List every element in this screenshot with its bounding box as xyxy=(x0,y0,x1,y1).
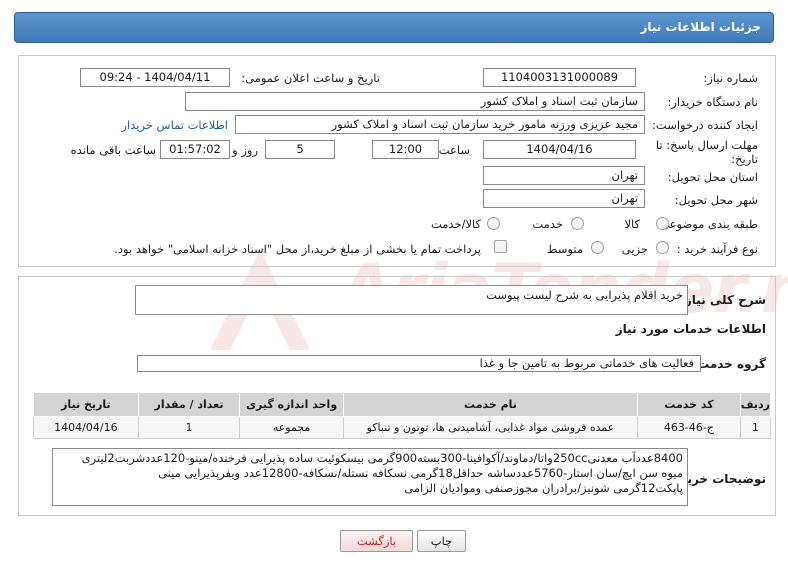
buyer-contact-link[interactable]: اطلاعات تماس خریدار xyxy=(121,118,228,132)
table-cell: ج-46-463 xyxy=(637,416,741,439)
column-header: واحد اندازه گیری xyxy=(239,392,344,417)
creator-label: ایجاد کننده درخواست: xyxy=(652,118,758,132)
service-group-field: فعالیت های خدماتی مربوط به تامین جا و غذ… xyxy=(137,355,701,372)
deadline-label: مهلت ارسال پاسخ: تا xyxy=(655,138,758,152)
table-cell: مجموعه xyxy=(239,416,344,439)
table-cell: 1 xyxy=(739,416,772,439)
buyer-notes-line: میوه سن ایچ/سان استار-5760عددساشه حداقل1… xyxy=(158,466,683,480)
deadline-time-label: ساعت xyxy=(438,143,470,157)
deadline-label-date: تاریخ: xyxy=(731,152,758,166)
category-option-goods: کالا xyxy=(624,217,640,231)
service-group-label: گروه خدمت: xyxy=(692,357,766,371)
print-button[interactable]: چاپ xyxy=(417,530,466,552)
column-header: ردیف xyxy=(739,392,772,417)
province-field: تهران xyxy=(483,166,645,185)
column-header: نام خدمت xyxy=(342,392,639,417)
process-radio-minor[interactable] xyxy=(656,241,669,254)
need-number-label: شماره نیاز: xyxy=(703,71,758,85)
deadline-time-field: 12:00 xyxy=(372,140,439,159)
process-option-minor: جزیی xyxy=(621,242,648,256)
remaining-label: ساعت باقی مانده xyxy=(70,143,156,157)
days-field: 5 xyxy=(265,140,335,159)
page-title: جزئیات اطلاعات نیاز xyxy=(640,20,761,34)
table-cell: 1404/04/16 xyxy=(33,416,139,439)
category-radio-goods-service[interactable] xyxy=(487,217,500,230)
buyer-org-field: سازمان ثبت اسناد و املاک کشور xyxy=(185,92,645,111)
category-radio-goods[interactable] xyxy=(656,217,669,230)
announce-label: تاریخ و ساعت اعلان عمومی: xyxy=(241,71,380,85)
announce-date-field: 1404/04/11 - 09:24 xyxy=(80,68,230,87)
creator-field: مجید عزیزی ورزنه مامور خرید سازمان ثبت ا… xyxy=(235,115,645,134)
table-header-row: ردیف کد خدمت نام خدمت واحد اندازه گیری ت… xyxy=(33,392,772,417)
category-option-service: خدمت xyxy=(532,217,563,231)
table-row: 1 ج-46-463 عمده فروشی مواد غذایی، آشامید… xyxy=(33,416,772,439)
summary-field: خرید اقلام پذیرایی به شرح لیست پیوست xyxy=(135,285,688,315)
back-button[interactable]: بازگشت xyxy=(340,530,413,552)
summary-label: شرح کلی نیاز: xyxy=(680,293,766,307)
remaining-time-field: 01:57:02 xyxy=(160,140,230,159)
need-number-field: 1104003131000089 xyxy=(483,68,636,87)
column-header: تاریخ نیاز xyxy=(33,392,139,417)
buyer-notes-line: 8400عددآب معدنی250ccواتا/دماوند/آکوافینا… xyxy=(81,451,683,465)
deadline-date-field: 1404/04/16 xyxy=(483,140,636,159)
category-label: طبقه بندی موضوعی: xyxy=(656,217,758,231)
buyer-notes-line: پاپکت12گرمی شونیز/برادران مجوزصنفی ومواد… xyxy=(404,481,683,495)
column-header: کد خدمت xyxy=(637,392,741,417)
process-option-medium: متوسط xyxy=(546,242,583,256)
services-section-title: اطلاعات خدمات مورد نیاز xyxy=(615,322,766,336)
days-label: روز و xyxy=(232,143,258,157)
city-label: شهر محل تحویل: xyxy=(674,193,758,207)
services-table: ردیف کد خدمت نام خدمت واحد اندازه گیری ت… xyxy=(33,392,772,439)
treasury-payment-checkbox[interactable] xyxy=(494,240,507,253)
buyer-org-label: نام دستگاه خریدار: xyxy=(667,95,758,109)
process-label: نوع فرآیند خرید : xyxy=(676,242,758,256)
process-radio-medium[interactable] xyxy=(591,241,604,254)
table-cell: 1 xyxy=(137,416,241,439)
city-field: تهران xyxy=(483,189,645,208)
table-cell: عمده فروشی مواد غذایی، آشامیدنی ها، توتو… xyxy=(342,416,639,439)
page-header: جزئیات اطلاعات نیاز xyxy=(14,12,774,43)
buyer-notes-field: 8400عددآب معدنی250ccواتا/دماوند/آکوافینا… xyxy=(52,448,688,506)
treasury-payment-note: پرداخت تمام یا بخشی از مبلغ خرید،از محل … xyxy=(114,242,481,256)
category-option-goods-service: کالا/خدمت xyxy=(430,217,481,231)
category-radio-service[interactable] xyxy=(571,217,584,230)
column-header: تعداد / مقدار xyxy=(137,392,241,417)
province-label: استان محل تحویل: xyxy=(667,170,758,184)
